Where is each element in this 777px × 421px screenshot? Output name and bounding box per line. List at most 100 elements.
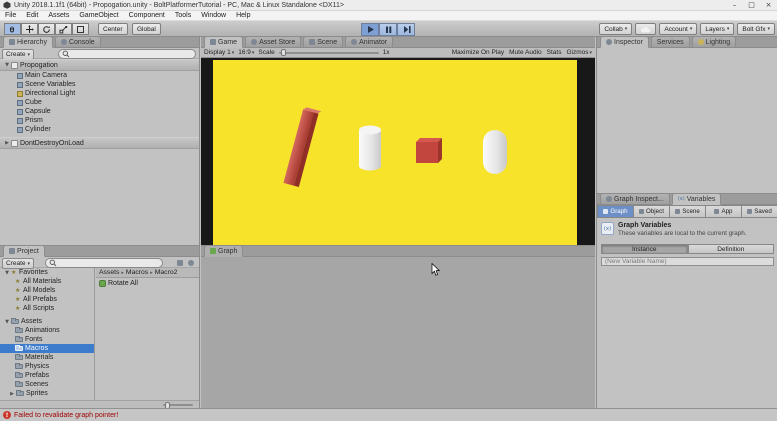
minimize-button[interactable]: – (726, 0, 743, 10)
breadcrumb-separator-icon: ▸ (121, 270, 124, 276)
menu-edit[interactable]: Edit (21, 12, 43, 19)
menu-tools[interactable]: Tools (170, 12, 196, 19)
hidden-packages-icon[interactable] (177, 260, 183, 266)
tab-project[interactable]: Project (3, 245, 45, 257)
maximize-button[interactable]: □ (743, 0, 760, 10)
inspector-content (597, 48, 777, 193)
scope-tab-scene[interactable]: Scene (670, 205, 706, 218)
tab-animator[interactable]: Animator (345, 36, 393, 48)
tab-graph[interactable]: Graph (204, 245, 243, 257)
rotate-tool-button[interactable] (38, 23, 55, 35)
mode-instance-button[interactable]: Instance (601, 244, 688, 254)
scale-slider[interactable] (279, 52, 379, 54)
play-button[interactable] (361, 23, 379, 36)
hierarchy-item-label: Main Camera (25, 72, 67, 79)
folder-item[interactable]: Physics (0, 362, 94, 371)
scene-tab-icon (309, 39, 315, 45)
folder-item[interactable]: Animations (0, 326, 94, 335)
folder-item[interactable]: Scenes (0, 380, 94, 389)
mute-audio-toggle[interactable]: Mute Audio (509, 49, 542, 56)
display-dropdown[interactable]: Display 1 ▾ (204, 49, 234, 56)
scene-header[interactable]: ▼ Propogation (0, 59, 199, 71)
dontdestroyonload-scene-header[interactable]: ▶ DontDestroyOnLoad (0, 137, 199, 149)
menu-help[interactable]: Help (231, 12, 255, 19)
tab-services[interactable]: Services (651, 36, 690, 48)
favorites-root[interactable]: ▼ ★ Favorites (0, 268, 94, 277)
graph-canvas[interactable] (201, 257, 595, 409)
scale-tool-button[interactable] (55, 23, 72, 35)
favorite-item[interactable]: ★All Prefabs (0, 295, 94, 304)
scope-tab-graph[interactable]: Graph (597, 205, 634, 218)
foldout-closed-icon[interactable]: ▶ (8, 391, 16, 397)
tab-lighting[interactable]: Lighting (692, 36, 737, 48)
menu-component[interactable]: Component (124, 12, 170, 19)
new-variable-input[interactable]: (New Variable Name) (601, 257, 774, 266)
breadcrumb-assets[interactable]: Assets (99, 269, 119, 276)
rect-tool-button[interactable] (72, 23, 89, 35)
tab-variables[interactable]: (x) Variables (672, 193, 722, 205)
hierarchy-item[interactable]: Scene Variables (0, 80, 199, 89)
asset-item[interactable]: Rotate All (96, 279, 199, 288)
hierarchy-item[interactable]: Directional Light (0, 89, 199, 98)
scope-tab-saved[interactable]: Saved (742, 205, 777, 218)
folder-item[interactable]: Prefabs (0, 371, 94, 380)
tab-inspector[interactable]: Inspector (600, 36, 649, 48)
gizmos-dropdown[interactable]: Gizmos ▾ (566, 49, 592, 56)
space-toggle-button[interactable]: Global (132, 23, 161, 35)
foldout-open-icon[interactable]: ▼ (3, 62, 11, 68)
mode-definition-button[interactable]: Definition (688, 244, 775, 254)
pivot-toggle-button[interactable]: Center (98, 23, 128, 35)
tab-console[interactable]: Console (55, 36, 101, 48)
close-button[interactable]: × (760, 0, 777, 10)
foldout-open-icon[interactable]: ▼ (3, 319, 11, 325)
folder-label: Materials (25, 354, 53, 361)
lock-icon[interactable] (188, 260, 194, 266)
favorite-item[interactable]: ★All Materials (0, 277, 94, 286)
tab-hierarchy[interactable]: Hierarchy (3, 36, 53, 48)
layout-dropdown[interactable]: Bolt Gfx ▾ (737, 23, 775, 35)
stats-toggle[interactable]: Stats (547, 49, 562, 56)
scale-slider-knob[interactable] (281, 49, 286, 56)
icon-size-slider[interactable] (163, 404, 193, 406)
hierarchy-item[interactable]: Cube (0, 98, 199, 107)
game-viewport[interactable] (201, 58, 595, 245)
favorite-item[interactable]: ★All Scripts (0, 304, 94, 313)
menu-gameobject[interactable]: GameObject (74, 12, 123, 19)
folder-item[interactable]: Materials (0, 353, 94, 362)
tab-scene[interactable]: Scene (303, 36, 343, 48)
account-dropdown[interactable]: Account ▾ (659, 23, 697, 35)
cloud-services-button[interactable] (635, 23, 656, 35)
breadcrumb-macro2[interactable]: Macro2 (155, 269, 178, 276)
collab-dropdown[interactable]: Collab ▾ (599, 23, 632, 35)
project-search-input[interactable] (45, 258, 163, 268)
favorite-item[interactable]: ★All Models (0, 286, 94, 295)
folder-item-selected[interactable]: Macros (0, 344, 94, 353)
pause-button[interactable] (379, 23, 397, 36)
aspect-dropdown[interactable]: 16:9 ▾ (238, 49, 254, 56)
folder-item[interactable]: Fonts (0, 335, 94, 344)
menu-file[interactable]: File (0, 12, 21, 19)
foldout-open-icon[interactable]: ▼ (3, 270, 11, 276)
tab-game[interactable]: Game (204, 36, 243, 48)
step-button[interactable] (397, 23, 415, 36)
menu-window[interactable]: Window (196, 12, 231, 19)
hand-tool-button[interactable] (4, 23, 21, 35)
status-bar[interactable]: ! Failed to revalidate graph pointer! (0, 408, 777, 421)
scope-tab-app[interactable]: App (706, 205, 742, 218)
maximize-on-play-toggle[interactable]: Maximize On Play (452, 49, 504, 56)
assets-root[interactable]: ▼ Assets (0, 317, 94, 326)
layers-dropdown[interactable]: Layers ▾ (700, 23, 734, 35)
move-tool-button[interactable] (21, 23, 38, 35)
foldout-closed-icon[interactable]: ▶ (3, 140, 11, 146)
folder-item[interactable]: ▶Sprites (0, 389, 94, 398)
tab-asset-store[interactable]: Asset Store (245, 36, 301, 48)
hierarchy-item[interactable]: Main Camera (0, 71, 199, 80)
hierarchy-item[interactable]: Capsule (0, 107, 199, 116)
hierarchy-item[interactable]: Prism (0, 116, 199, 125)
tab-graph-inspector[interactable]: Graph Inspect... (600, 193, 670, 205)
scope-tab-object[interactable]: Object (634, 205, 670, 218)
hierarchy-search-input[interactable] (58, 49, 196, 59)
breadcrumb-macros[interactable]: Macros (126, 269, 148, 276)
hierarchy-item[interactable]: Cylinder (0, 125, 199, 134)
menu-assets[interactable]: Assets (43, 12, 74, 19)
